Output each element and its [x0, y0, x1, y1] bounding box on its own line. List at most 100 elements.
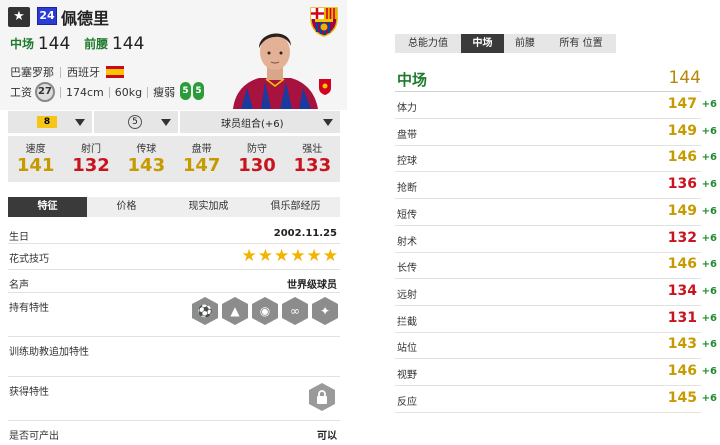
summary-stat: 盘带 147 [174, 136, 229, 182]
dribble-trait-icon[interactable]: ⚽ [192, 297, 218, 325]
produce-value: 可以 [317, 431, 337, 442]
attribute-value: 131 [667, 309, 697, 326]
left-foot-icon: 5 [180, 82, 191, 100]
attribute-row: 视野 146 +6 [395, 360, 720, 386]
attribute-label: 短传 [397, 209, 417, 221]
height: 174cm [66, 85, 104, 99]
divider [395, 411, 701, 413]
attribute-value: 136 [667, 176, 697, 193]
tab-traits[interactable]: 特征 [8, 197, 87, 217]
lock-icon [309, 383, 335, 411]
attribute-row: 体力 147 +6 [395, 93, 720, 119]
physical-info-line: 工资 27 174cm 60kg 瘦弱 [10, 82, 175, 102]
attribute-value: 145 [667, 389, 697, 406]
attribute-value: 132 [667, 229, 697, 246]
position-rating-header: 中场 144 [395, 66, 701, 92]
primary-ovr: 144 [37, 34, 71, 54]
attribute-row: 控球 146 +6 [395, 146, 720, 173]
club-nation-line: 巴塞罗那 西班牙 [10, 64, 124, 80]
tab-cam[interactable]: 前腰 [504, 34, 546, 53]
position-label: 中场 [397, 71, 428, 89]
summary-stat-value: 143 [127, 155, 166, 176]
attribute-label: 体力 [397, 103, 417, 114]
birthday-label: 生日 [9, 232, 29, 243]
attribute-value: 149 [667, 202, 697, 219]
summary-stat-label: 传球 [136, 144, 157, 155]
skill-star-icon: ★ [241, 246, 257, 266]
attribute-label: 站位 [397, 343, 417, 355]
tab-real-bonus[interactable]: 现实加成 [166, 197, 251, 217]
divider [60, 66, 61, 78]
birthday-value: 2002.11.25 [273, 228, 337, 239]
attribute-bonus: +6 [701, 259, 717, 271]
attribute-row: 射术 132 +6 [395, 227, 720, 253]
chevron-down-icon [75, 119, 85, 126]
birthday-row: 生日 2002.11.25 [8, 222, 340, 244]
attribute-bonus: +6 [701, 232, 717, 244]
attribute-bonus: +6 [701, 125, 717, 137]
traits-row: 持有特性 ⚽ ▲ ◉ ∞ ✦ [8, 293, 340, 337]
skill-moves-row: 花式技巧 ★ ★ ★ ★ ★ ★ [8, 244, 340, 270]
passing-trait-icon[interactable]: ∞ [282, 297, 308, 325]
body-type: 瘦弱 [153, 86, 176, 99]
skill-star-icon: ★ [322, 246, 338, 266]
attribute-bonus: +6 [701, 312, 717, 324]
tab-overall[interactable]: 总能力值 [395, 34, 461, 53]
attribute-label: 远射 [397, 289, 417, 301]
attribute-label: 视野 [397, 370, 417, 381]
enhance-level-badge: 8 [37, 116, 57, 128]
wage-badge: 27 [35, 82, 55, 102]
weight: 60kg [114, 85, 143, 99]
summary-stat-value: 132 [72, 155, 110, 176]
attribute-value: 146 [667, 149, 697, 166]
secondary-position: 前腰 [84, 37, 109, 51]
season-badge: 24 [37, 7, 57, 25]
attribute-row: 远射 134 +6 [395, 280, 720, 306]
summary-stat-label: 防守 [246, 144, 267, 155]
playmaker-trait-icon[interactable]: ◉ [252, 297, 278, 325]
attribute-bonus: +6 [701, 339, 717, 351]
player-portrait [233, 33, 318, 109]
skill-star-icon: ★ [306, 246, 322, 266]
produce-label: 是否可产出 [9, 431, 59, 442]
long-shot-trait-icon[interactable]: ▲ [222, 297, 248, 325]
attribute-value: 149 [667, 122, 697, 139]
summary-stat-label: 射门 [80, 144, 101, 155]
attribute-label: 射术 [397, 236, 417, 248]
attribute-label: 反应 [397, 396, 417, 408]
chevron-down-icon [323, 119, 333, 126]
summary-stat: 防守 130 [229, 136, 284, 182]
attribute-value: 147 [667, 96, 697, 112]
tab-price[interactable]: 价格 [87, 197, 166, 217]
attribute-bonus: +6 [701, 285, 717, 297]
favorite-star-icon[interactable]: ★ [8, 7, 30, 27]
attribute-value: 143 [667, 336, 697, 353]
attribute-bonus: +6 [701, 205, 717, 217]
attribute-label: 控球 [397, 156, 417, 168]
acquired-traits-label: 获得特性 [9, 387, 49, 398]
tab-club-history[interactable]: 俱乐部经历 [251, 197, 340, 217]
skill-moves-stars: ★ ★ ★ ★ ★ ★ [242, 247, 339, 265]
level-dropdown[interactable]: 5 [94, 111, 178, 133]
attribute-label: 拦截 [397, 316, 417, 328]
summary-stat: 强壮 133 [285, 136, 340, 182]
divider [147, 86, 149, 98]
attribute-label: 盘带 [397, 129, 417, 141]
fame-label: 名声 [9, 280, 29, 291]
nation-name: 西班牙 [67, 66, 100, 79]
position-tabs: 总能力值 中场 前腰 所有 位置 [395, 34, 616, 53]
fame-row: 名声 世界级球员 [8, 270, 340, 293]
divider [108, 86, 110, 98]
enhance-dropdown[interactable]: 8 [8, 111, 92, 133]
flair-trait-icon[interactable]: ✦ [312, 297, 338, 325]
foot-ratings: 5 5 [180, 82, 204, 100]
tab-cm[interactable]: 中场 [461, 34, 504, 53]
team-combo-dropdown[interactable]: 球员组合(+6) [180, 111, 340, 133]
traits-label: 持有特性 [9, 303, 49, 314]
skill-star-icon: ★ [274, 246, 290, 266]
summary-stat-label: 强壮 [302, 144, 323, 155]
attribute-bonus: +6 [701, 152, 717, 164]
summary-stat-value: 133 [293, 155, 332, 176]
secondary-ovr: 144 [111, 34, 145, 54]
tab-all-positions[interactable]: 所有 位置 [546, 34, 616, 53]
